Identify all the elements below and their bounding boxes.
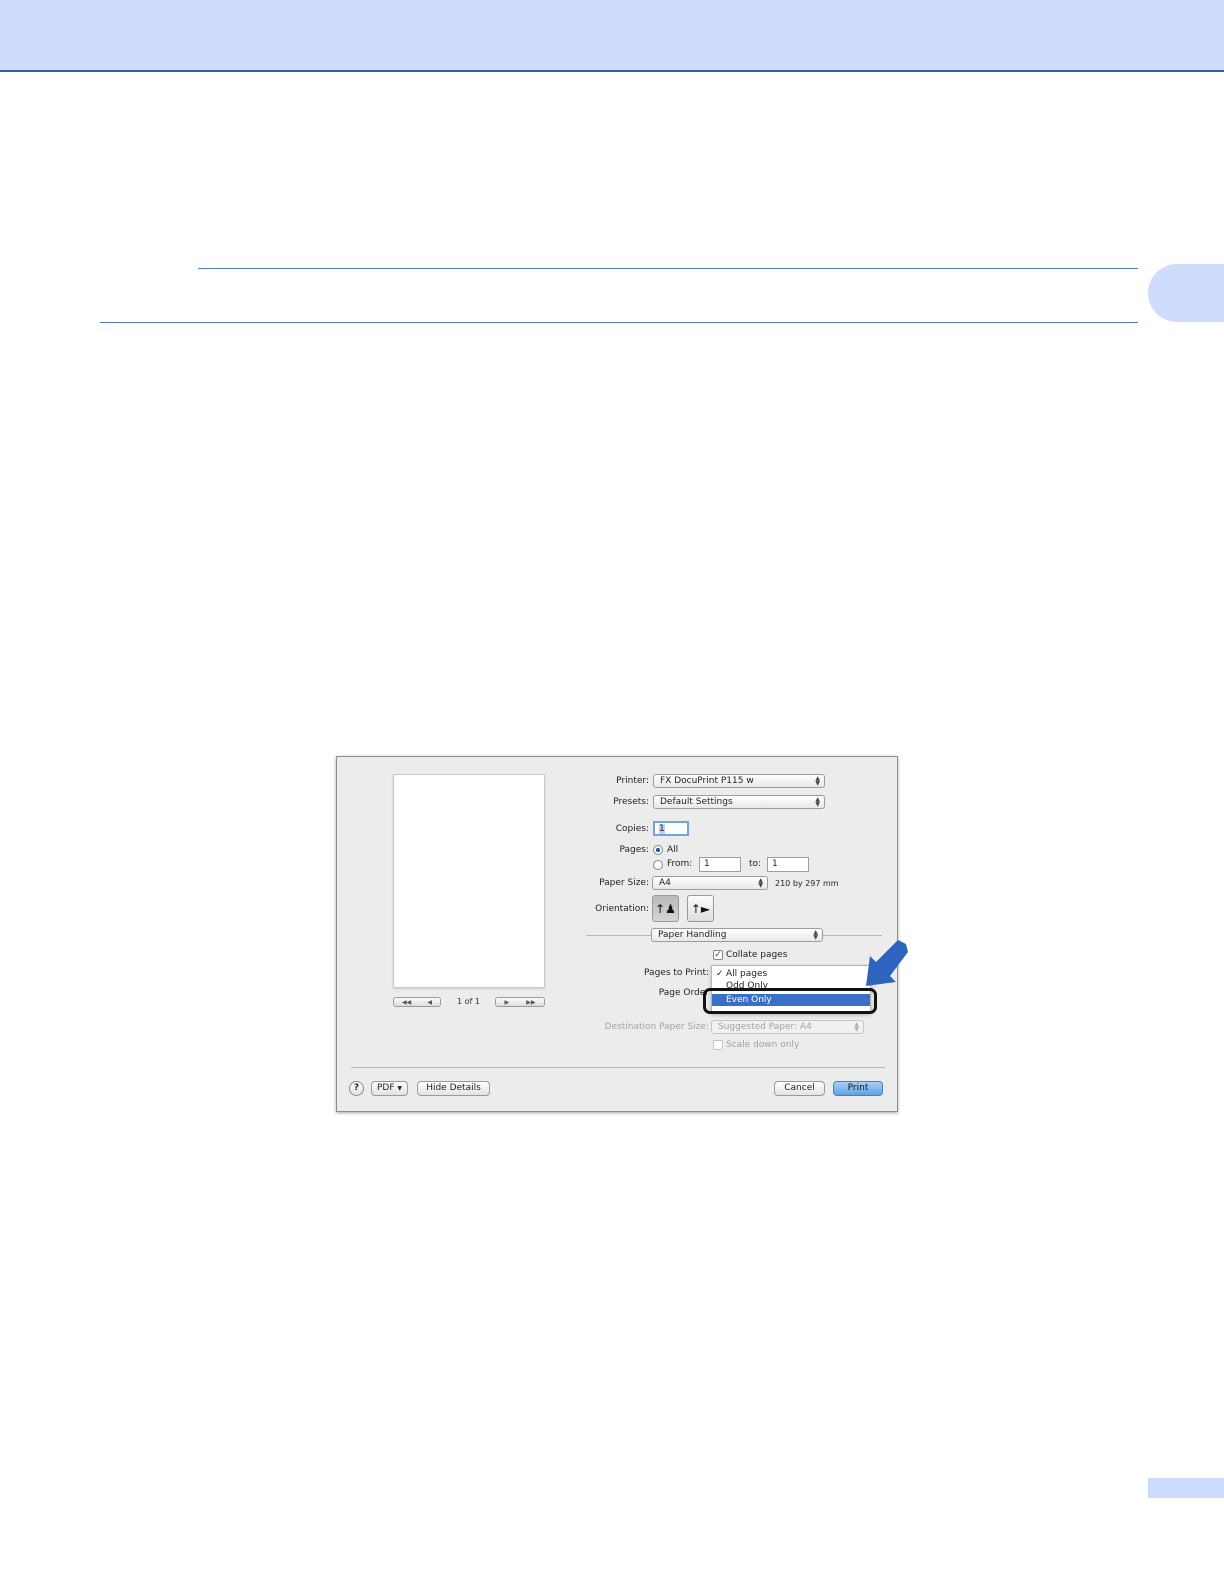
page-preview <box>393 774 545 988</box>
pages-all-label: All <box>667 845 679 855</box>
stepper-arrows-icon: ▲ ▼ <box>758 877 763 889</box>
page-order-label: Page Order <box>658 988 709 998</box>
hide-details-label: Hide Details <box>426 1083 481 1093</box>
help-icon: ? <box>353 1083 360 1093</box>
section-rule-top <box>198 268 1138 269</box>
page-number-tab <box>1148 1478 1224 1498</box>
portrait-orientation-button[interactable]: ↑♟ <box>652 895 679 922</box>
footer-separator <box>351 1067 885 1068</box>
collate-checkbox[interactable]: ✓ <box>713 950 723 960</box>
printer-select[interactable]: FX DocuPrint P115 w ▲ ▼ <box>653 774 825 788</box>
pages-from-field[interactable]: 1 <box>699 857 741 872</box>
copies-value: 1 <box>659 824 665 834</box>
copies-label: Copies: <box>615 824 649 834</box>
chapter-tab <box>1148 264 1224 322</box>
printer-label: Printer: <box>616 776 649 786</box>
paper-size-label: Paper Size: <box>599 878 649 888</box>
portrait-icon: ↑♟ <box>655 901 676 916</box>
landscape-orientation-button[interactable]: ↑► <box>687 895 714 922</box>
pages-to-field[interactable]: 1 <box>767 857 809 872</box>
last-page-icon[interactable]: ▶▶ <box>526 999 535 1006</box>
copies-field[interactable]: 1 <box>653 821 689 836</box>
scale-down-label: Scale down only <box>726 1040 800 1050</box>
paper-size-value: A4 <box>659 878 671 888</box>
section-select[interactable]: Paper Handling ▲ ▼ <box>651 928 823 942</box>
pages-to-print-label: Pages to Print: <box>644 968 709 978</box>
collate-label: Collate pages <box>726 950 788 960</box>
pages-to-value: 1 <box>772 859 778 869</box>
previous-page-icon[interactable]: ◀ <box>427 999 432 1006</box>
landscape-icon: ↑► <box>690 901 711 916</box>
cancel-button[interactable]: Cancel <box>774 1081 825 1096</box>
pages-label: Pages: <box>619 845 649 855</box>
section-rule-bottom <box>100 322 1138 323</box>
preview-back-buttons[interactable]: ◀◀ ◀ <box>393 997 441 1007</box>
print-label: Print <box>847 1083 869 1093</box>
first-page-icon[interactable]: ◀◀ <box>402 999 411 1006</box>
highlight-callout <box>703 988 877 1014</box>
annotation-arrow-icon <box>866 940 908 986</box>
next-page-icon[interactable]: ▶ <box>505 999 510 1006</box>
presets-label: Presets: <box>613 797 649 807</box>
printer-value: FX DocuPrint P115 w <box>660 776 754 786</box>
preview-forward-buttons[interactable]: ▶ ▶▶ <box>495 997 545 1007</box>
pdf-label: PDF <box>376 1083 395 1093</box>
chevron-down-icon: ▼ <box>397 1085 403 1092</box>
presets-select[interactable]: Default Settings ▲ ▼ <box>653 795 825 809</box>
print-button[interactable]: Print <box>833 1081 883 1096</box>
presets-value: Default Settings <box>660 797 733 807</box>
pages-all-radio[interactable] <box>653 845 663 855</box>
print-dialog: ◀◀ ◀ 1 of 1 ▶ ▶▶ Printer: FX DocuPrint P… <box>336 756 898 1112</box>
section-value: Paper Handling <box>658 930 727 940</box>
pages-from-label: From: <box>667 859 693 869</box>
pages-to-label: to: <box>749 859 762 869</box>
orientation-label: Orientation: <box>595 904 649 914</box>
paper-dimensions: 210 by 297 mm <box>775 879 839 888</box>
menu-item-label: All pages <box>726 969 768 979</box>
page-header-band <box>0 0 1224 72</box>
stepper-arrows-icon: ▲ ▼ <box>815 796 820 808</box>
checkmark-icon: ✓ <box>716 969 724 979</box>
paper-size-select[interactable]: A4 ▲ ▼ <box>652 876 768 890</box>
destination-paper-size-label: Destination Paper Size: <box>604 1022 709 1032</box>
pages-from-value: 1 <box>704 859 710 869</box>
cancel-label: Cancel <box>784 1083 815 1093</box>
page-indicator: 1 of 1 <box>457 997 480 1006</box>
menu-item-all-pages[interactable]: ✓ All pages <box>712 968 870 980</box>
stepper-arrows-icon: ▲ ▼ <box>813 929 818 941</box>
destination-paper-size-select[interactable]: Suggested Paper: A4 ▲ ▼ <box>711 1020 864 1034</box>
pages-from-radio[interactable] <box>653 860 663 870</box>
destination-paper-size-value: Suggested Paper: A4 <box>718 1022 812 1032</box>
pdf-menu-button[interactable]: PDF ▼ <box>371 1081 408 1096</box>
stepper-arrows-icon: ▲ ▼ <box>854 1021 859 1033</box>
stepper-arrows-icon: ▲ ▼ <box>815 775 820 787</box>
hide-details-button[interactable]: Hide Details <box>417 1081 490 1096</box>
help-button[interactable]: ? <box>349 1081 364 1096</box>
scale-down-checkbox[interactable] <box>713 1040 723 1050</box>
